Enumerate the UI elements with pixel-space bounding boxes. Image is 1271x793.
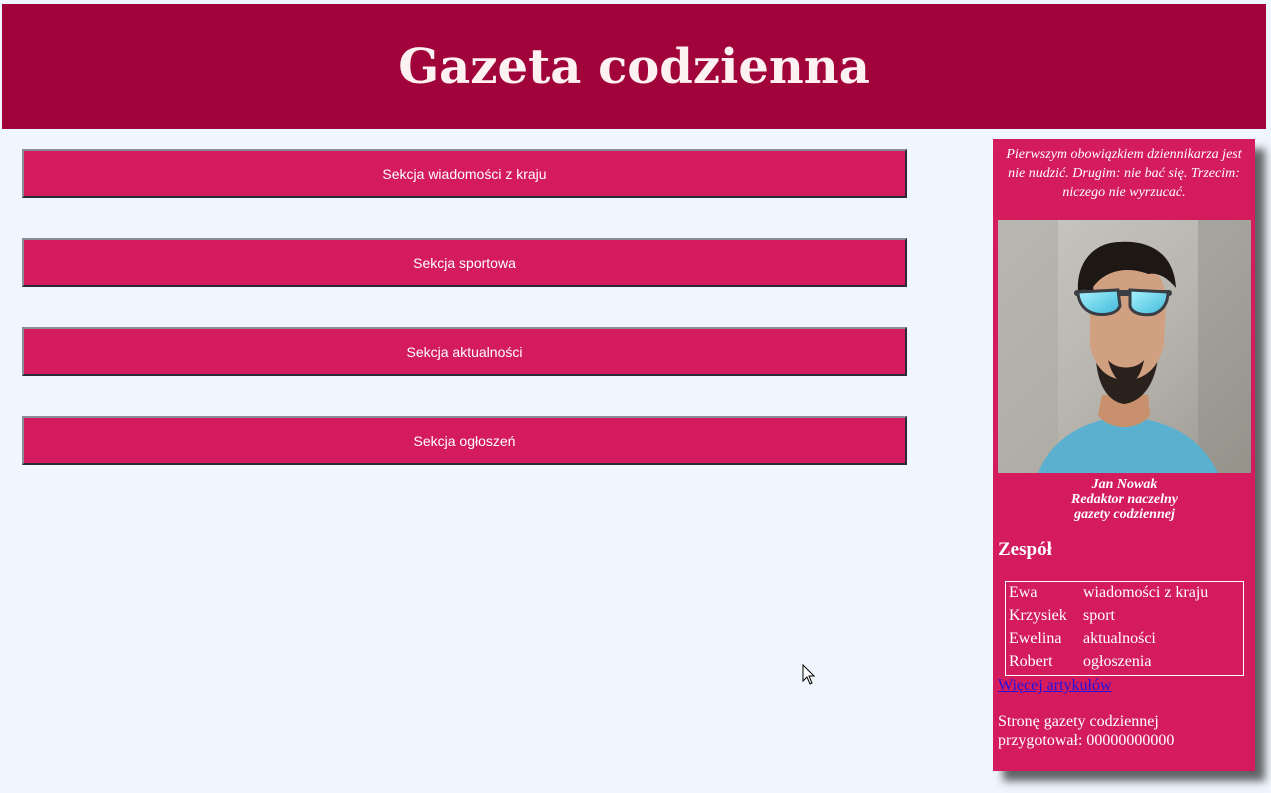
team-heading: Zespół: [998, 539, 1052, 560]
section-button-kraj[interactable]: Sekcja wiadomości z kraju: [22, 149, 907, 198]
editor-name: Jan Nowak: [1091, 477, 1158, 492]
team-member-role: sport: [1083, 607, 1115, 624]
team-table: Ewa wiadomości z kraju Krzysiek sport Ew…: [1005, 581, 1244, 676]
section-button-aktualnosci[interactable]: Sekcja aktualności: [22, 327, 907, 376]
author-footer: Stronę gazety codziennej przygotował: 00…: [998, 712, 1248, 750]
page-header: Gazeta codzienna: [2, 4, 1266, 129]
team-member-name: Ewa: [1009, 584, 1038, 601]
more-articles-link[interactable]: Więcej artykułów: [998, 677, 1112, 695]
editor-role: Redaktor naczelny: [1071, 492, 1178, 507]
editor-org: gazety codziennej: [1074, 507, 1175, 522]
mouse-cursor-icon: [802, 663, 816, 690]
page-title: Gazeta codzienna: [398, 38, 870, 95]
team-member-role: wiadomości z kraju: [1083, 584, 1209, 601]
footer-line-2: przygotował: 00000000000: [998, 732, 1175, 749]
section-button-sport[interactable]: Sekcja sportowa: [22, 238, 907, 287]
editor-caption: Jan Nowak Redaktor naczelny gazety codzi…: [998, 477, 1251, 522]
team-member-role: aktualności: [1083, 630, 1156, 647]
sidebar: Pierwszym obowiązkiem dziennikarza jest …: [993, 139, 1255, 771]
editor-quote: Pierwszym obowiązkiem dziennikarza jest …: [1006, 147, 1242, 200]
editor-photo: [998, 220, 1251, 473]
team-member-role: ogłoszenia: [1083, 653, 1152, 670]
section-button-ogloszenia[interactable]: Sekcja ogłoszeń: [22, 416, 907, 465]
team-member-name: Robert: [1009, 653, 1053, 670]
footer-line-1: Stronę gazety codziennej: [998, 713, 1159, 730]
team-member-name: Krzysiek: [1009, 607, 1067, 624]
team-member-name: Ewelina: [1009, 630, 1062, 647]
